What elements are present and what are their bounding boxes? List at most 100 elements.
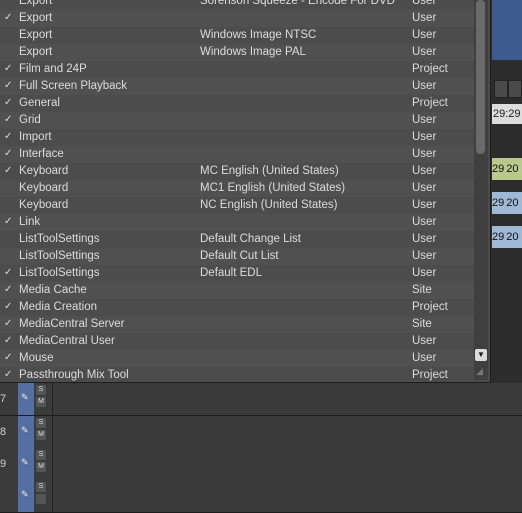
timeline-track[interactable]: 9 ✎ S M	[0, 448, 522, 481]
timeline-button[interactable]	[494, 80, 508, 98]
setting-name: General	[19, 97, 60, 109]
mute-button[interactable]: M	[36, 462, 46, 472]
setting-name: ListToolSettings	[19, 267, 100, 279]
setting-name: ListToolSettings	[19, 250, 100, 262]
pencil-icon[interactable]: ✎	[21, 489, 29, 500]
track-lane[interactable]	[52, 480, 522, 512]
track-number	[0, 480, 18, 512]
track-number: 9	[0, 458, 7, 470]
setting-name: Export	[19, 29, 53, 41]
checkmark-icon[interactable]: ✓	[4, 63, 16, 74]
settings-row[interactable]: Keyboard MC1 English (United States) User	[0, 180, 474, 197]
settings-row[interactable]: ✓ Import User	[0, 129, 474, 146]
settings-row[interactable]: ✓ General Project	[0, 95, 474, 112]
setting-name: Export	[19, 46, 53, 58]
checkmark-icon[interactable]: ✓	[4, 301, 16, 312]
pencil-icon[interactable]: ✎	[21, 425, 29, 436]
track-selector[interactable]: ✎	[18, 480, 34, 512]
settings-row[interactable]: ✓ MediaCentral User User	[0, 333, 474, 350]
timeline-clip[interactable]: 29 20	[492, 158, 522, 180]
setting-name: Media Cache	[19, 284, 87, 296]
setting-scope: User	[412, 80, 437, 92]
settings-row[interactable]: ✓ Mouse User	[0, 350, 474, 367]
settings-row[interactable]: ✓ Media Creation Project	[0, 299, 474, 316]
setting-configuration: Windows Image NTSC	[200, 29, 317, 41]
setting-name: Export	[19, 12, 53, 24]
settings-row[interactable]: ListToolSettings Default Cut List User	[0, 248, 474, 265]
setting-scope: User	[412, 352, 437, 364]
mute-button[interactable]: M	[36, 397, 46, 407]
settings-row[interactable]: ✓ Full Screen Playback User	[0, 78, 474, 95]
settings-row[interactable]: Export Sorenson Squeeze - Encode For DVD U…	[0, 0, 474, 10]
checkmark-icon[interactable]: ✓	[4, 369, 16, 380]
solo-button[interactable]: S	[36, 450, 46, 460]
solo-mute-controls: SM	[36, 383, 48, 415]
settings-row[interactable]: ✓ Keyboard MC English (United States) User	[0, 163, 474, 180]
checkmark-icon[interactable]: ✓	[4, 165, 16, 176]
setting-scope: User	[412, 216, 437, 228]
solo-button[interactable]: S	[36, 385, 46, 395]
checkmark-icon[interactable]: ✓	[4, 318, 16, 329]
track-selector[interactable]: ✎	[18, 416, 34, 448]
settings-row[interactable]: ✓ Link User	[0, 214, 474, 231]
timeline-clip[interactable]: 29 20	[492, 192, 522, 214]
resize-grip-icon[interactable]: ◢	[476, 366, 488, 378]
scroll-thumb[interactable]	[476, 0, 485, 154]
settings-row[interactable]: ✓ Grid User	[0, 112, 474, 129]
checkmark-icon[interactable]: ✓	[4, 12, 16, 23]
setting-configuration: NC English (United States)	[200, 199, 338, 211]
settings-row[interactable]: ✓ Media Cache Site	[0, 282, 474, 299]
settings-list-window: Export Sorenson Squeeze - Encode For DVD U…	[0, 0, 491, 383]
solo-button[interactable]: S	[36, 418, 46, 428]
track-lane[interactable]	[52, 416, 522, 448]
solo-button[interactable]: S	[36, 482, 46, 492]
pencil-icon[interactable]: ✎	[21, 457, 29, 468]
settings-row[interactable]: ✓ ListToolSettings Default EDL User	[0, 265, 474, 282]
mute-button[interactable]	[36, 494, 46, 504]
settings-row[interactable]: ✓ Interface User	[0, 146, 474, 163]
settings-row[interactable]: ListToolSettings Default Change List User	[0, 231, 474, 248]
setting-scope: User	[412, 250, 437, 262]
setting-scope: Project	[412, 369, 448, 381]
timeline-track[interactable]: 7 ✎ S M	[0, 383, 522, 416]
settings-row[interactable]: Keyboard NC English (United States) User	[0, 197, 474, 214]
setting-scope: User	[412, 335, 437, 347]
checkmark-icon[interactable]: ✓	[4, 131, 16, 142]
checkmark-icon[interactable]: ✓	[4, 97, 16, 108]
setting-scope: User	[412, 233, 437, 245]
track-lane[interactable]	[52, 448, 522, 480]
setting-name: Grid	[19, 114, 41, 126]
checkmark-icon[interactable]: ✓	[4, 114, 16, 125]
timeline-right-area: 29:29 29 20 29 20 29 20	[492, 0, 522, 380]
setting-scope: User	[412, 29, 437, 41]
setting-scope: Site	[412, 284, 432, 296]
settings-row[interactable]: ✓ Export User	[0, 10, 474, 27]
track-selector[interactable]: ✎	[18, 448, 34, 480]
track-lane[interactable]	[52, 383, 522, 415]
settings-row[interactable]: Export Windows Image NTSC User	[0, 27, 474, 44]
settings-row[interactable]: ✓ MediaCentral Server Site	[0, 316, 474, 333]
scroll-down-icon[interactable]: ▼	[475, 349, 487, 361]
settings-row[interactable]: Export Windows Image PAL User	[0, 44, 474, 61]
checkmark-icon[interactable]: ✓	[4, 148, 16, 159]
timeline-button[interactable]	[508, 80, 522, 98]
setting-scope: User	[412, 165, 437, 177]
checkmark-icon[interactable]: ✓	[4, 284, 16, 295]
checkmark-icon[interactable]: ✓	[4, 267, 16, 278]
checkmark-icon[interactable]: ✓	[4, 216, 16, 227]
checkmark-icon[interactable]: ✓	[4, 335, 16, 346]
timeline-track[interactable]: 8 ✎ S M	[0, 416, 522, 449]
setting-name: MediaCentral Server	[19, 318, 125, 330]
timeline-track[interactable]: ✎ S	[0, 480, 522, 513]
settings-row[interactable]: ✓ Film and 24P Project	[0, 61, 474, 78]
checkmark-icon[interactable]: ✓	[4, 80, 16, 91]
setting-configuration: Windows Image PAL	[200, 46, 306, 58]
mute-button[interactable]: M	[36, 430, 46, 440]
settings-row[interactable]: ✓ Passthrough Mix Tool Project	[0, 367, 474, 382]
setting-scope: Project	[412, 97, 448, 109]
timeline-clip[interactable]: 29 20	[492, 226, 522, 248]
checkmark-icon[interactable]: ✓	[4, 352, 16, 363]
pencil-icon[interactable]: ✎	[21, 392, 29, 403]
vertical-scrollbar[interactable]: ▼	[474, 0, 488, 380]
track-selector[interactable]: ✎	[18, 383, 34, 415]
